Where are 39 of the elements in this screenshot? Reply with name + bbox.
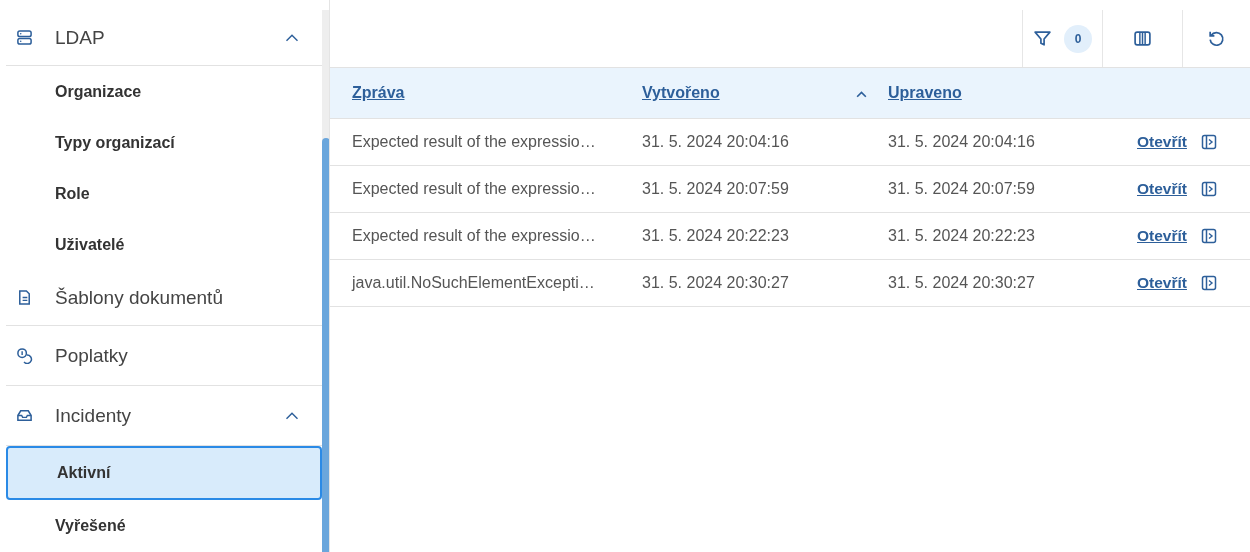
open-link[interactable]: Otevřít [1137,180,1187,198]
column-header[interactable]: Vytvořeno [642,84,720,102]
table-cell: java.util.NoSuchElementExcepti… [352,274,595,292]
side-panel-icon[interactable] [1200,181,1217,197]
nav-subitem[interactable]: Organizace [6,66,322,117]
nav-subitem[interactable]: Typy organizací [6,117,322,168]
sort-icon[interactable] [855,88,868,98]
nav-subitem[interactable]: Vyřešené [6,500,322,551]
side-panel-icon[interactable] [1200,134,1217,150]
side-panel-icon[interactable] [1200,228,1217,244]
table-cell: 31. 5. 2024 20:22:23 [642,227,789,245]
columns-icon [1133,29,1152,48]
column-header[interactable]: Zpráva [352,84,405,102]
table-cell: 31. 5. 2024 20:30:27 [888,274,1035,292]
filter-count-badge: 0 [1064,24,1092,53]
table-cell: 31. 5. 2024 20:04:16 [642,133,789,151]
table-cell: 31. 5. 2024 20:30:27 [642,274,789,292]
scrollbar-thumb[interactable] [322,138,330,552]
table-cell: 31. 5. 2024 20:07:59 [642,180,789,198]
server-icon [16,29,33,46]
open-link[interactable]: Otevřít [1137,133,1187,151]
open-link[interactable]: Otevřít [1137,274,1187,292]
table-cell: Expected result of the expressio… [352,227,596,245]
nav-subitem[interactable]: Role [6,168,322,219]
table-cell: 31. 5. 2024 20:22:23 [888,227,1035,245]
nav-subitem[interactable]: Uživatelé [6,219,322,270]
inbox-icon [16,407,33,424]
nav-subitem[interactable]: Aktivní [6,446,322,500]
filter-icon [1033,29,1052,48]
table-cell: 31. 5. 2024 20:07:59 [888,180,1035,198]
table-cell: Expected result of the expressio… [352,133,596,151]
document-icon [16,289,33,306]
column-header[interactable]: Upraveno [888,84,962,102]
refresh-icon [1207,29,1226,48]
table-cell: Expected result of the expressio… [352,180,596,198]
coins-icon [16,347,33,364]
open-link[interactable]: Otevřít [1137,227,1187,245]
table-cell: 31. 5. 2024 20:04:16 [888,133,1035,151]
side-panel-icon[interactable] [1200,275,1217,291]
